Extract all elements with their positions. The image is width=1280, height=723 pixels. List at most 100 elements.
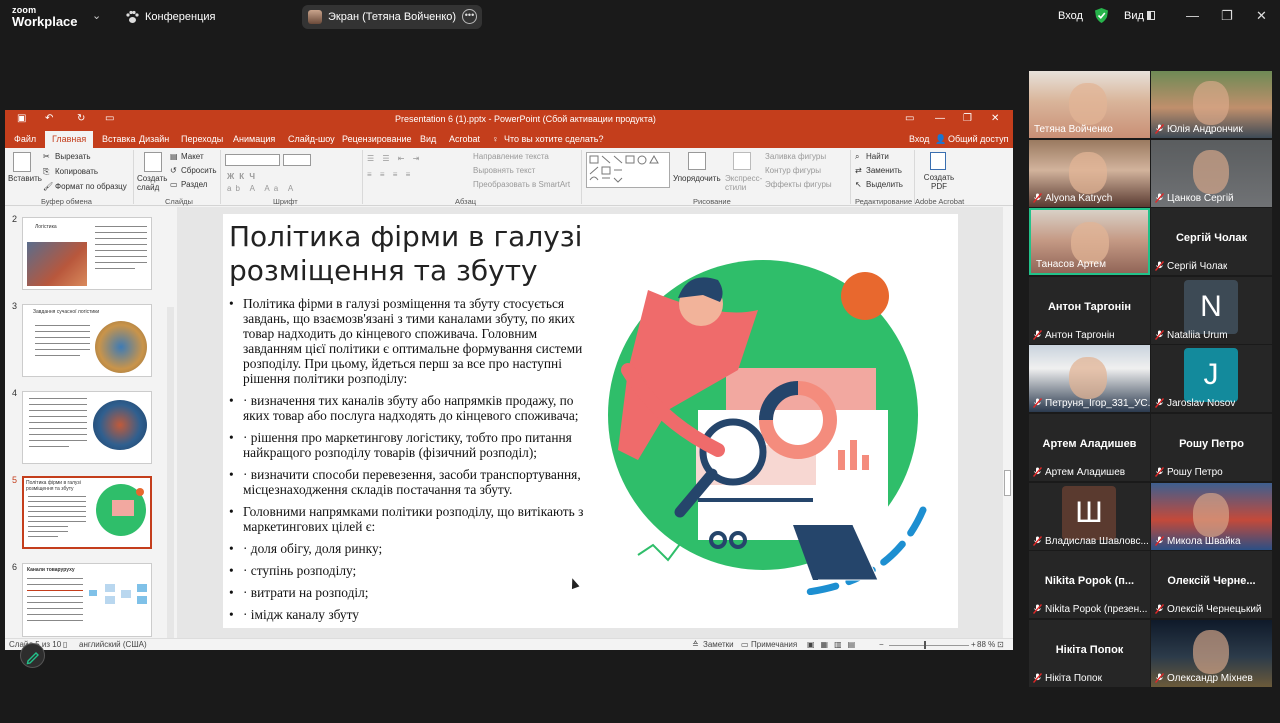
participant-tile[interactable]: Антон Таргонін Антон Таргонін: [1029, 276, 1150, 344]
font-size-box[interactable]: [283, 154, 311, 166]
annotate-pen-button[interactable]: [20, 643, 45, 668]
minimize-icon[interactable]: —: [1186, 8, 1199, 23]
tab-insert[interactable]: Вставка: [102, 134, 135, 144]
share-button[interactable]: Общий доступ: [948, 134, 1008, 144]
view-button[interactable]: Вид: [1124, 10, 1144, 22]
participant-tile[interactable]: Юлія Андрончик: [1151, 71, 1272, 138]
zoom-in-icon[interactable]: +: [971, 640, 976, 649]
create-pdf-button[interactable]: Создать PDF: [923, 173, 955, 191]
shape-fill-button[interactable]: Заливка фигуры: [765, 152, 826, 161]
shape-outline-button[interactable]: Контур фигуры: [765, 166, 821, 175]
participant-tile[interactable]: Nikita Popok (п... Nikita Popok (презен..…: [1029, 551, 1150, 619]
shape-effects-button[interactable]: Эффекты фигуры: [765, 180, 832, 189]
view-layout-icon[interactable]: [1147, 11, 1155, 20]
slide-thumbnail[interactable]: [22, 391, 152, 464]
list-icons[interactable]: ☰ ☰ ⇤ ⇥: [367, 154, 422, 163]
current-slide[interactable]: Політика фірми в галузі розміщення та зб…: [223, 214, 958, 628]
ribbon-options-icon[interactable]: ▭: [905, 113, 914, 124]
paste-icon[interactable]: [13, 152, 31, 172]
reset-button[interactable]: Сбросить: [181, 166, 217, 175]
scrollbar-thumb[interactable]: [1004, 470, 1011, 496]
slide-thumbnail[interactable]: Логістика: [22, 217, 152, 290]
new-slide-icon[interactable]: [144, 152, 162, 172]
scissors-icon[interactable]: ✂: [43, 152, 50, 161]
zoom-slider-thumb[interactable]: [924, 641, 926, 649]
font-format-icons[interactable]: ЖКЧ: [227, 172, 260, 181]
restore-icon[interactable]: ❐: [1221, 8, 1233, 24]
slide-thumbnails-pane[interactable]: 2 Логістика 3 Завдання сучасної логістик…: [5, 207, 177, 650]
screen-share-pill[interactable]: Экран (Тетяна Войченко) •••: [302, 5, 482, 29]
select-button[interactable]: Выделить: [866, 180, 903, 189]
participant-tile[interactable]: Рошу Петро Рошу Петро: [1151, 414, 1272, 481]
section-button[interactable]: Раздел: [181, 180, 207, 189]
paste-button[interactable]: Вставить: [8, 174, 42, 183]
undo-icon[interactable]: ↶: [45, 113, 53, 124]
participant-tile[interactable]: J Jaroslav Nosov: [1151, 345, 1272, 413]
tab-home[interactable]: Главная: [45, 131, 93, 148]
chevron-down-icon[interactable]: ⌄: [92, 9, 101, 22]
arrange-icon[interactable]: [688, 152, 706, 170]
language-indicator[interactable]: английский (США): [79, 640, 147, 649]
participant-tile[interactable]: Петруня_Ігор_331_УС...: [1029, 345, 1150, 413]
tab-slideshow[interactable]: Слайд-шоу: [288, 134, 335, 144]
tab-review[interactable]: Рецензирование: [342, 134, 412, 144]
participant-tile[interactable]: Микола Швайка: [1151, 482, 1272, 550]
replace-button[interactable]: Заменить: [866, 166, 902, 175]
comments-button[interactable]: Примечания: [751, 640, 797, 649]
participant-tile[interactable]: Олександр Міхнев: [1151, 619, 1272, 687]
notes-button[interactable]: Заметки: [703, 640, 734, 649]
slideshow-icon[interactable]: ▭: [105, 113, 114, 124]
layout-button[interactable]: Макет: [181, 152, 204, 161]
new-slide-button[interactable]: Создать слайд: [137, 174, 167, 192]
tell-me-box[interactable]: Что вы хотите сделать?: [504, 134, 604, 144]
ppt-close-icon[interactable]: ✕: [991, 113, 999, 124]
slide-thumbnail[interactable]: Канали товаруруху: [22, 563, 152, 637]
sign-in-button[interactable]: Вход: [1058, 10, 1083, 22]
slide-thumbnail[interactable]: Завдання сучасної логістики: [22, 304, 152, 377]
slide-vertical-scrollbar[interactable]: [1003, 207, 1013, 639]
slide-title[interactable]: Політика фірми в галузі розміщення та зб…: [229, 220, 589, 288]
tab-animation[interactable]: Анимация: [233, 134, 275, 144]
participant-tile[interactable]: Сергій Чолак Сергій Чолак: [1151, 208, 1272, 276]
shapes-gallery[interactable]: [586, 152, 670, 188]
close-icon[interactable]: ✕: [1256, 8, 1267, 24]
format-painter-button[interactable]: Формат по образцу: [55, 182, 127, 191]
view-mode-icons[interactable]: ▣▦▥▤: [807, 640, 861, 649]
participant-tile[interactable]: Артем Аладишев Артем Аладишев: [1029, 414, 1150, 481]
slide-body[interactable]: Політика фірми в галузі розміщення та зб…: [229, 296, 597, 628]
brush-icon[interactable]: 🖌: [43, 182, 53, 191]
shield-icon[interactable]: [1095, 8, 1108, 23]
fit-slide-icon[interactable]: ⊡: [997, 640, 1004, 649]
participant-tile[interactable]: Ш Владислав Шавловс...: [1029, 482, 1150, 550]
align-icons[interactable]: ≡ ≡ ≡ ≡: [367, 170, 413, 179]
ppt-minimize-icon[interactable]: —: [935, 113, 945, 124]
more-options-icon[interactable]: •••: [462, 9, 477, 24]
participant-tile[interactable]: Тетяна Войченко: [1029, 71, 1150, 138]
ppt-sign-in[interactable]: Вход: [909, 134, 929, 144]
quick-styles-button[interactable]: Экспресс-стили: [725, 174, 762, 192]
copy-button[interactable]: Копировать: [55, 167, 98, 176]
spellcheck-icon[interactable]: ▯: [63, 640, 67, 649]
copy-icon[interactable]: ⎘: [43, 167, 49, 177]
conference-button[interactable]: Конференция: [145, 11, 215, 23]
participant-tile[interactable]: Alyona Katrych: [1029, 139, 1150, 207]
arrange-button[interactable]: Упорядочить: [673, 174, 721, 183]
participant-tile[interactable]: Нікіта Попок Нікіта Попок: [1029, 619, 1150, 687]
redo-icon[interactable]: ↻: [77, 113, 85, 124]
participant-tile[interactable]: Олексій Черне... Олексій Чернецький: [1151, 551, 1272, 619]
tab-file[interactable]: Файл: [14, 134, 36, 144]
cut-button[interactable]: Вырезать: [55, 152, 91, 161]
zoom-out-icon[interactable]: −: [879, 640, 884, 649]
quick-styles-icon[interactable]: [733, 152, 751, 170]
font-color-icons[interactable]: ab A Aa A: [227, 184, 297, 193]
smartart-button[interactable]: Преобразовать в SmartArt: [473, 180, 570, 189]
save-icon[interactable]: ▣: [17, 113, 26, 124]
tab-view[interactable]: Вид: [420, 134, 436, 144]
zoom-level[interactable]: 88 %: [977, 640, 995, 649]
pdf-icon[interactable]: [930, 152, 946, 170]
tab-transitions[interactable]: Переходы: [181, 134, 223, 144]
tab-design[interactable]: Дизайн: [139, 134, 169, 144]
text-direction-button[interactable]: Направление текста: [473, 152, 549, 161]
align-text-button[interactable]: Выровнять текст: [473, 166, 535, 175]
thumbnails-scrollbar[interactable]: [167, 307, 174, 650]
